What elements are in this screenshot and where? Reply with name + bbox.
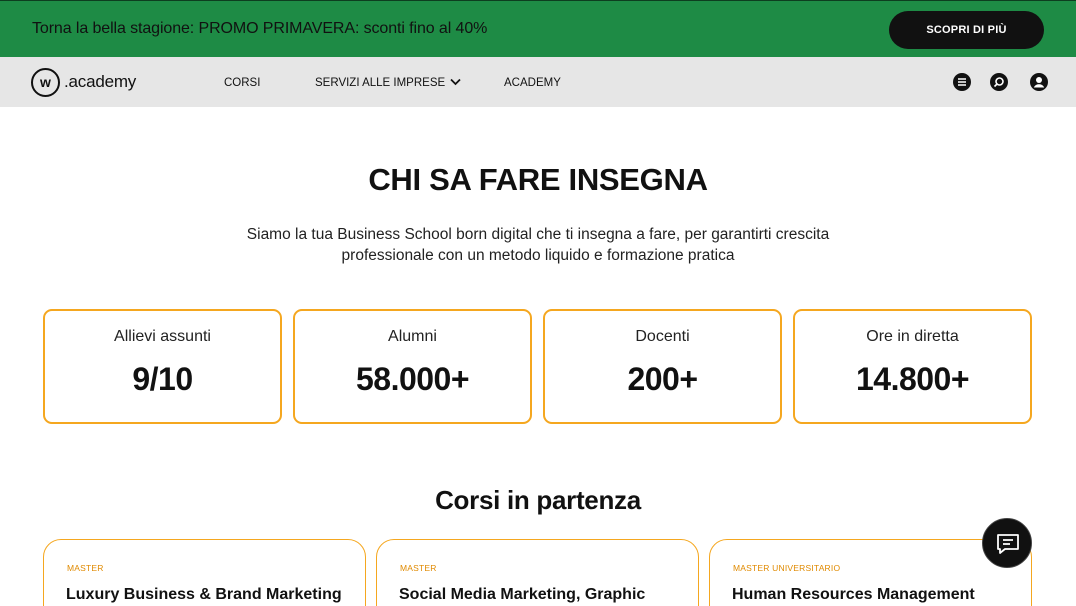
promo-banner: Torna la bella stagione: PROMO PRIMAVERA…	[0, 0, 1076, 57]
stat-card: Docenti 200+	[543, 309, 782, 424]
course-card[interactable]: MASTER Luxury Business & Brand Marketing	[43, 539, 366, 606]
stat-value: 9/10	[132, 361, 193, 397]
course-tag: MASTER	[400, 563, 437, 573]
course-tag: MASTER UNIVERSITARIO	[733, 563, 841, 573]
stat-card: Allievi assunti 9/10	[43, 309, 282, 424]
stat-value: 200+	[627, 361, 698, 397]
course-title: Luxury Business & Brand Marketing	[66, 586, 342, 603]
search-icon[interactable]	[990, 73, 1008, 91]
stat-value: 14.800+	[855, 361, 970, 397]
nav-item-label: ACADEMY	[504, 77, 561, 89]
logo-text: .academy	[64, 72, 137, 91]
stat-card: Alumni 58.000+	[293, 309, 532, 424]
course-title: Human Resources Management	[732, 586, 975, 603]
hero-subtitle: Siamo la tua Business School born digita…	[246, 226, 830, 264]
chat-icon	[997, 534, 1019, 554]
discover-more-button[interactable]: SCOPRI DI PIÙ	[889, 11, 1044, 49]
stat-label: Alumni	[388, 328, 437, 345]
user-icon[interactable]	[1030, 73, 1048, 91]
stat-card: Ore in diretta 14.800+	[793, 309, 1032, 424]
top-navigation: w .academy CORSI SERVIZI ALLE IMPRESE AC…	[0, 57, 1076, 107]
chevron-down-icon	[450, 77, 461, 89]
stat-value: 58.000+	[355, 361, 470, 397]
nav-item-academy[interactable]: ACADEMY	[504, 77, 561, 89]
course-title: Social Media Marketing, Graphic	[399, 586, 646, 603]
chat-button[interactable]	[982, 518, 1032, 568]
stat-label: Allievi assunti	[114, 328, 211, 345]
menu-icon[interactable]	[953, 73, 971, 91]
nav-item-servizi-alle-imprese[interactable]: SERVIZI ALLE IMPRESE	[315, 77, 461, 89]
academy-logo[interactable]: w .academy	[31, 67, 137, 97]
hero-title: CHI SA FARE INSEGNA	[368, 162, 708, 197]
nav-item-label: SERVIZI ALLE IMPRESE	[315, 77, 446, 89]
logo-mark: w	[31, 67, 60, 97]
stat-label: Docenti	[635, 328, 690, 345]
nav-item-corsi[interactable]: CORSI	[224, 77, 260, 89]
course-tag: MASTER	[67, 563, 104, 573]
stat-label: Ore in diretta	[866, 328, 959, 345]
courses-section-title: Corsi in partenza	[435, 485, 641, 515]
promo-text: Torna la bella stagione: PROMO PRIMAVERA…	[32, 20, 488, 37]
course-card[interactable]: MASTER Social Media Marketing, Graphic	[376, 539, 699, 606]
nav-item-label: CORSI	[224, 77, 261, 89]
